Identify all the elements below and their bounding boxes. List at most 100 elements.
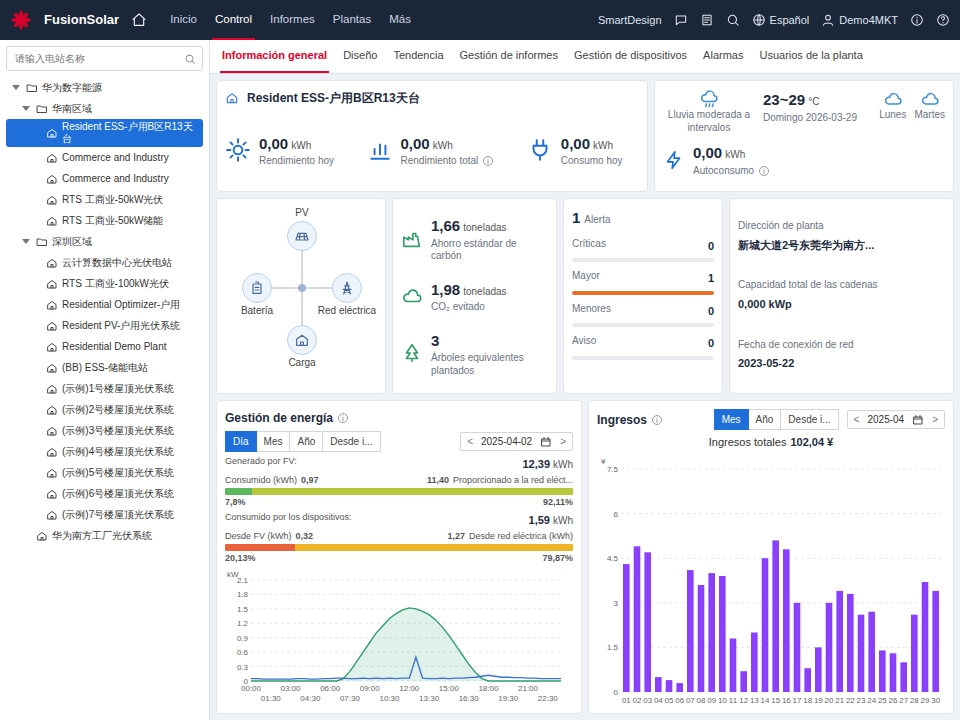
smartdesign-link[interactable]: SmartDesign (598, 12, 662, 29)
tree-label[interactable]: RTS 工商业-100kW光伏 (62, 278, 169, 290)
globe-icon[interactable] (752, 13, 766, 27)
tree-label[interactable]: 华为数字能源 (42, 82, 102, 94)
income-bar[interactable] (922, 582, 929, 692)
tree-item[interactable]: RTS 工商业-50kW储能 (6, 210, 203, 231)
tree-label[interactable]: 华为南方工厂光伏系统 (52, 530, 152, 542)
income-bar[interactable] (698, 585, 705, 692)
info-icon[interactable] (337, 412, 349, 424)
previous-button[interactable]: < (854, 412, 860, 427)
previous-button[interactable]: < (467, 434, 473, 449)
list-icon[interactable] (700, 13, 714, 27)
tree-item[interactable]: 云计算数据中心光伏电站 (6, 252, 203, 273)
next-button[interactable]: > (560, 434, 566, 449)
income-bar[interactable] (740, 671, 747, 692)
plant-tab[interactable]: Diseño (341, 47, 379, 74)
alarm-level[interactable]: Aviso0 (572, 335, 714, 360)
income-bar[interactable] (794, 602, 801, 691)
period-tab[interactable]: Año (290, 431, 323, 452)
tree-item[interactable]: (示例)3号楼屋顶光伏系统 (6, 420, 203, 441)
date-picker[interactable]: <2025-04 > (847, 410, 945, 429)
tree-label[interactable]: 华南区域 (52, 103, 92, 115)
tree-item[interactable]: RTS 工商业-100kW光伏 (6, 273, 203, 294)
expand-caret[interactable] (12, 85, 20, 90)
tree-item[interactable]: Residential Demo Plant (6, 336, 203, 357)
period-tab[interactable]: Mes (257, 431, 291, 452)
income-bar[interactable] (815, 647, 822, 692)
tree-item[interactable]: Commerce and Industry (6, 168, 203, 189)
help-icon[interactable] (936, 13, 950, 27)
income-bar[interactable] (858, 614, 865, 691)
tree-label[interactable]: Residential Optimizer-户用 (62, 299, 180, 311)
tree-label[interactable]: (示例)3号楼屋顶光伏系统 (62, 425, 174, 437)
tree-item[interactable]: Resident PV-户用光伏系统 (6, 315, 203, 336)
calendar-icon[interactable] (912, 414, 924, 426)
date-value[interactable]: 2025-04-02 (481, 434, 532, 449)
menu-item[interactable]: Control (212, 0, 255, 40)
income-bar[interactable] (783, 549, 790, 692)
menu-item[interactable]: Inicio (167, 0, 200, 40)
next-button[interactable]: > (932, 412, 938, 427)
search-icon[interactable] (726, 13, 740, 27)
fusionsolar-logo-icon[interactable] (10, 9, 32, 31)
tree-label[interactable]: (示例)7号楼屋顶光伏系统 (62, 509, 174, 521)
tree-item[interactable]: (示例)1号楼屋顶光伏系统 (6, 378, 203, 399)
income-bar[interactable] (890, 653, 897, 692)
plant-tab[interactable]: Información general (220, 47, 329, 74)
income-bar[interactable] (708, 573, 715, 692)
tree-label[interactable]: (示例)5号楼屋顶光伏系统 (62, 467, 174, 479)
date-value[interactable]: 2025-04 (867, 412, 904, 427)
income-bar[interactable] (911, 614, 918, 691)
date-picker[interactable]: <2025-04-02 > (460, 432, 573, 451)
alarm-level[interactable]: Menores0 (572, 303, 714, 328)
income-bar[interactable] (900, 662, 907, 692)
menu-item[interactable]: Plantas (330, 0, 374, 40)
home-icon[interactable] (131, 12, 147, 28)
tree-label[interactable]: (示例)4号楼屋顶光伏系统 (62, 446, 174, 458)
tree-item[interactable]: Residential Optimizer-户用 (6, 294, 203, 315)
language-label[interactable]: Español (770, 12, 810, 29)
info-icon[interactable] (910, 13, 924, 27)
plant-tab[interactable]: Gestión de dispositivos (572, 47, 689, 74)
chat-icon[interactable] (674, 13, 688, 27)
search-icon[interactable] (184, 53, 196, 65)
tree-item[interactable]: 华南区域 (6, 98, 203, 119)
tree-label[interactable]: (示例)6号楼屋顶光伏系统 (62, 488, 174, 500)
info-icon[interactable] (651, 414, 663, 426)
income-bar[interactable] (836, 590, 843, 691)
income-bar[interactable] (751, 632, 758, 692)
income-bar[interactable] (655, 677, 662, 692)
menu-item[interactable]: Más (386, 0, 414, 40)
tree-item[interactable]: Commerce and Industry (6, 147, 203, 168)
user-name[interactable]: Demo4MKT (839, 12, 898, 29)
tree-item[interactable]: (BB) ESS-储能电站 (6, 357, 203, 378)
plant-tab[interactable]: Tendencia (391, 47, 445, 74)
period-tab[interactable]: Día (225, 431, 257, 452)
tree-item[interactable]: (示例)6号楼屋顶光伏系统 (6, 483, 203, 504)
alarm-total[interactable]: 1 (572, 207, 580, 230)
plant-tab[interactable]: Usuarios de la planta (757, 47, 864, 74)
tree-item[interactable]: RTS 工商业-50kW光伏 (6, 189, 203, 210)
plant-tab[interactable]: Gestión de informes (458, 47, 560, 74)
plant-tab[interactable]: Alarmas (701, 47, 745, 74)
income-bar[interactable] (932, 590, 939, 691)
income-bar[interactable] (623, 564, 630, 692)
user-menu[interactable]: Demo4MKT (821, 12, 898, 29)
expand-caret[interactable] (22, 239, 30, 244)
income-bar[interactable] (644, 552, 651, 692)
period-tab[interactable]: Año (749, 409, 782, 430)
tree-item[interactable]: 华为数字能源 (6, 77, 203, 98)
brand-name[interactable]: FusionSolar (44, 10, 119, 30)
alarm-level[interactable]: Mayor1 (572, 270, 714, 295)
tree-item[interactable]: (示例)5号楼屋顶光伏系统 (6, 462, 203, 483)
tree-item[interactable]: 深圳区域 (6, 231, 203, 252)
income-bar[interactable] (666, 680, 673, 692)
calendar-icon[interactable] (540, 436, 552, 448)
tree-label[interactable]: RTS 工商业-50kW储能 (62, 215, 164, 227)
tree-item[interactable]: (示例)7号楼屋顶光伏系统 (6, 504, 203, 525)
info-icon[interactable] (758, 165, 770, 177)
tree-label[interactable]: Residential Demo Plant (62, 341, 167, 353)
tree-label[interactable]: Commerce and Industry (62, 173, 169, 185)
tree-item[interactable]: (示例)4号楼屋顶光伏系统 (6, 441, 203, 462)
search-input[interactable] (13, 50, 180, 67)
income-bar[interactable] (804, 668, 811, 692)
